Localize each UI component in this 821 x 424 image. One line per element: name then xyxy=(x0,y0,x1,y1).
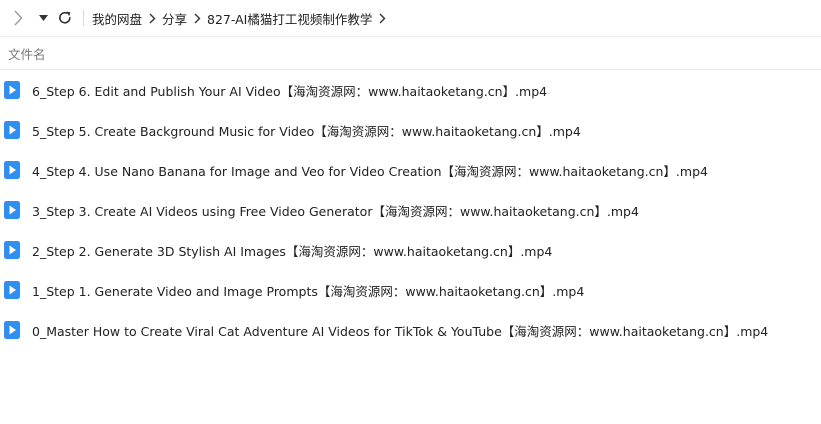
chevron-right-icon xyxy=(187,13,207,24)
file-row[interactable]: 2_Step 2. Generate 3D Stylish AI Images【… xyxy=(0,230,821,270)
refresh-button[interactable] xyxy=(56,6,74,30)
file-row[interactable]: 4_Step 4. Use Nano Banana for Image and … xyxy=(0,150,821,190)
video-file-icon xyxy=(4,161,20,179)
file-name: 0_Master How to Create Viral Cat Adventu… xyxy=(32,323,769,339)
chevron-right-icon xyxy=(142,13,162,24)
file-name: 5_Step 5. Create Background Music for Vi… xyxy=(32,123,581,139)
file-name: 6_Step 6. Edit and Publish Your AI Video… xyxy=(32,83,548,99)
file-row[interactable]: 6_Step 6. Edit and Publish Your AI Video… xyxy=(0,70,821,110)
caret-down-icon xyxy=(38,15,48,21)
chevron-right-icon xyxy=(14,10,23,26)
breadcrumb: 我的网盘 分享 827-AI橘猫打工视频制作教学 xyxy=(92,9,392,28)
file-row[interactable]: 3_Step 3. Create AI Videos using Free Vi… xyxy=(0,190,821,230)
video-file-icon xyxy=(4,201,20,219)
breadcrumb-item-share[interactable]: 分享 xyxy=(162,9,187,28)
video-file-icon xyxy=(4,321,20,339)
toolbar-divider xyxy=(83,10,84,26)
file-list-header: 文件名 xyxy=(0,37,821,70)
file-name: 4_Step 4. Use Nano Banana for Image and … xyxy=(32,163,708,179)
chevron-right-icon[interactable] xyxy=(372,13,392,24)
file-name: 3_Step 3. Create AI Videos using Free Vi… xyxy=(32,203,639,219)
file-row[interactable]: 1_Step 1. Generate Video and Image Promp… xyxy=(0,270,821,310)
file-row[interactable]: 5_Step 5. Create Background Music for Vi… xyxy=(0,110,821,150)
history-dropdown-button[interactable] xyxy=(35,6,51,30)
navigation-toolbar: 我的网盘 分享 827-AI橘猫打工视频制作教学 xyxy=(0,0,821,37)
file-row[interactable]: 0_Master How to Create Viral Cat Adventu… xyxy=(0,310,821,350)
video-file-icon xyxy=(4,281,20,299)
breadcrumb-item-current-folder[interactable]: 827-AI橘猫打工视频制作教学 xyxy=(207,9,372,28)
file-name: 1_Step 1. Generate Video and Image Promp… xyxy=(32,283,585,299)
refresh-icon xyxy=(59,11,71,24)
column-header-filename[interactable]: 文件名 xyxy=(8,44,46,63)
video-file-icon xyxy=(4,121,20,139)
breadcrumb-item-my-drive[interactable]: 我的网盘 xyxy=(92,9,142,28)
video-file-icon xyxy=(4,81,20,99)
forward-button[interactable] xyxy=(7,6,29,30)
file-name: 2_Step 2. Generate 3D Stylish AI Images【… xyxy=(32,243,553,259)
file-list: 6_Step 6. Edit and Publish Your AI Video… xyxy=(0,70,821,350)
video-file-icon xyxy=(4,241,20,259)
